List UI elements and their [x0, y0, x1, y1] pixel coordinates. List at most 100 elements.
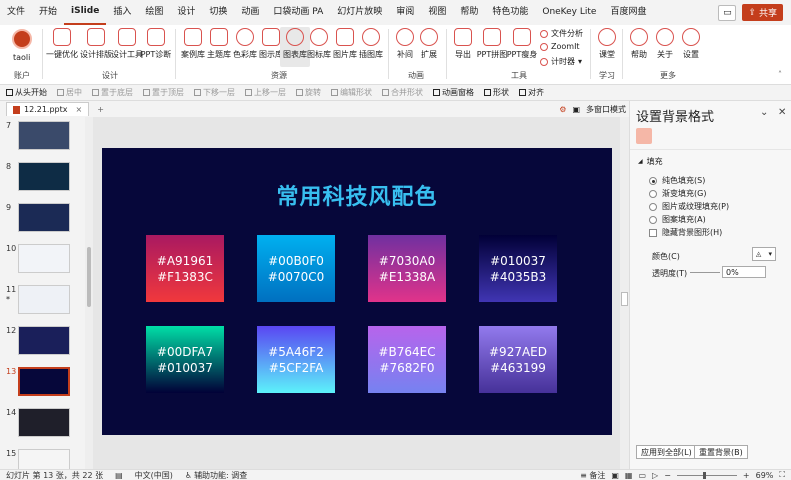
menu-item[interactable]: 绘图	[138, 0, 170, 25]
apply-all-button[interactable]: 应用到全部(L)	[636, 445, 697, 459]
color-swatch[interactable]: #7030A0 #E1338A	[368, 235, 446, 302]
fill-icon[interactable]	[636, 128, 652, 144]
classroom-button[interactable]: 课堂	[592, 27, 622, 60]
toolbar-item[interactable]: 合并形状	[382, 87, 423, 98]
toolbar-item[interactable]: 对齐	[519, 87, 544, 98]
zoom-level[interactable]: 69%	[756, 471, 774, 480]
scroll-handle[interactable]	[87, 247, 91, 307]
menu-item[interactable]: 帮助	[453, 0, 485, 25]
menu-item[interactable]: 文件	[0, 0, 32, 25]
toolbar-item[interactable]: 下移一层	[194, 87, 235, 98]
notes-button[interactable]: ≡ 备注	[580, 470, 605, 480]
file-tab[interactable]: 12.21.pptx ×	[6, 102, 90, 116]
color-swatch[interactable]: #B764EC #7682F0	[368, 326, 446, 393]
settings-button[interactable]: 设置	[676, 27, 706, 60]
reading-view-icon[interactable]: ▭	[638, 471, 646, 480]
fill-section-header[interactable]: ◢ 填充	[638, 156, 663, 167]
ppt-splice-button[interactable]: PPT拼图	[476, 27, 508, 60]
menu-item[interactable]: 插入	[106, 0, 138, 25]
toolbar-item[interactable]: 置于底层	[92, 87, 133, 98]
menu-item[interactable]: OneKey Lite	[535, 0, 603, 25]
onekey-optimize-button[interactable]: 一键优化	[44, 27, 80, 60]
toolbar-item[interactable]: 旋转	[296, 87, 321, 98]
menu-item[interactable]: 切换	[202, 0, 234, 25]
menu-item[interactable]: 动画	[234, 0, 266, 25]
toolbar-item[interactable]: 编辑形状	[331, 87, 372, 98]
toolbar-item[interactable]: 动画窗格	[433, 87, 474, 98]
comment-button[interactable]: ▭	[718, 4, 737, 21]
zoomit-button[interactable]: ZoomIt	[540, 42, 580, 51]
radio-button[interactable]	[649, 189, 657, 198]
transparency-slider[interactable]	[690, 272, 720, 273]
scroll-handle[interactable]	[621, 292, 628, 306]
menu-item[interactable]: 开始	[32, 0, 64, 25]
menu-item[interactable]: 视图	[421, 0, 453, 25]
timer-button[interactable]: 计时器 ▾	[540, 56, 582, 67]
toolbar-item[interactable]: 上移一层	[245, 87, 286, 98]
accessibility-status[interactable]: ♿ 辅助功能: 调查	[179, 470, 253, 480]
slide-thumbnail[interactable]: 9	[6, 203, 70, 232]
file-analysis-button[interactable]: 文件分析	[540, 28, 583, 39]
color-swatch[interactable]: #5A46F2 #5CF2FA	[257, 326, 335, 393]
share-button[interactable]: ⇪ 共享	[742, 4, 783, 21]
menu-item[interactable]: 口袋动画 PA	[266, 0, 330, 25]
fit-slide-icon[interactable]: ⛶	[779, 470, 785, 480]
fill-option[interactable]: 渐变填充(G)	[649, 188, 706, 199]
fill-option[interactable]: 纯色填充(S)	[649, 175, 705, 186]
fill-option[interactable]: 图案填充(A)	[649, 214, 706, 225]
ppt-slim-button[interactable]: PPT瘦身	[506, 27, 538, 60]
ppt-diagnose-button[interactable]: PPT诊断	[140, 27, 172, 60]
export-button[interactable]: 导出	[448, 27, 478, 60]
toolbar-item[interactable]: 形状	[484, 87, 509, 98]
close-icon[interactable]: ×	[75, 105, 82, 114]
illustration-lib-button[interactable]: 插图库	[356, 27, 386, 60]
zoom-thumb[interactable]	[702, 471, 706, 479]
zoom-in-icon[interactable]: +	[743, 471, 750, 480]
color-swatch[interactable]: #010037 #4035B3	[479, 235, 557, 302]
slide-title[interactable]: 常用科技风配色	[102, 179, 612, 211]
toolbar-item[interactable]: 居中	[57, 87, 82, 98]
close-icon[interactable]: ✕	[778, 107, 786, 118]
toolbar-item[interactable]: 置于顶层	[143, 87, 184, 98]
sorter-view-icon[interactable]: ▦	[625, 471, 633, 480]
settings-icon[interactable]: ⚙	[559, 105, 566, 114]
add-tab-icon[interactable]: +	[97, 105, 104, 114]
color-swatch[interactable]: #927AED #463199	[479, 326, 557, 393]
transparency-input[interactable]: 0%	[722, 266, 766, 278]
color-swatch[interactable]: #00B0F0 #0070C0	[257, 235, 335, 302]
language-indicator[interactable]: 中文(中国)	[129, 470, 179, 480]
radio-button[interactable]	[649, 202, 657, 211]
toolbar-item[interactable]: 从头开始	[6, 87, 47, 98]
menu-item[interactable]: 幻灯片放映	[330, 0, 389, 25]
zoom-slider[interactable]	[676, 471, 737, 479]
canvas-scrollbar[interactable]	[620, 117, 629, 469]
hide-bg-checkbox[interactable]: 隐藏背景图形(H)	[649, 227, 722, 238]
slide-thumbnail[interactable]: 12	[6, 326, 70, 355]
zoom-out-icon[interactable]: −	[664, 471, 671, 480]
slide-thumbnail[interactable]: 14	[6, 408, 70, 437]
slide-thumbnail[interactable]: 13	[6, 367, 70, 396]
menu-item[interactable]: iSlide	[64, 0, 107, 25]
slide-thumbnail[interactable]: 10	[6, 244, 70, 273]
slide-thumbnail[interactable]: * 11	[6, 285, 70, 314]
menu-item[interactable]: 设计	[170, 0, 202, 25]
radio-button[interactable]	[649, 176, 657, 185]
radio-button[interactable]	[649, 215, 657, 224]
menu-item[interactable]: 特色功能	[485, 0, 535, 25]
slide-thumbnail[interactable]: 15	[6, 449, 70, 469]
spellcheck-icon[interactable]: ▤	[109, 471, 129, 480]
slideshow-icon[interactable]: ▷	[652, 471, 658, 480]
slide-thumbnail[interactable]: 8	[6, 162, 70, 191]
menu-item[interactable]: 审阅	[389, 0, 421, 25]
slide[interactable]: 常用科技风配色 #A91961 #F1383C #00B0F0 #0070C0 #703…	[102, 148, 612, 435]
slide-thumbnail[interactable]: 7	[6, 121, 70, 150]
avatar[interactable]	[12, 29, 32, 49]
fill-option[interactable]: 图片或纹理填充(P)	[649, 201, 729, 212]
reset-bg-button[interactable]: 重置背景(B)	[694, 445, 748, 459]
collapse-ribbon-button[interactable]: ˄	[778, 70, 782, 79]
multi-window-label[interactable]: 多窗口模式	[586, 104, 626, 115]
color-swatch[interactable]: #A91961 #F1383C	[146, 235, 224, 302]
extend-button[interactable]: 扩展	[414, 27, 444, 60]
thumbnail-scrollbar[interactable]	[85, 117, 93, 469]
color-picker[interactable]: ◬ ▾	[752, 247, 776, 261]
